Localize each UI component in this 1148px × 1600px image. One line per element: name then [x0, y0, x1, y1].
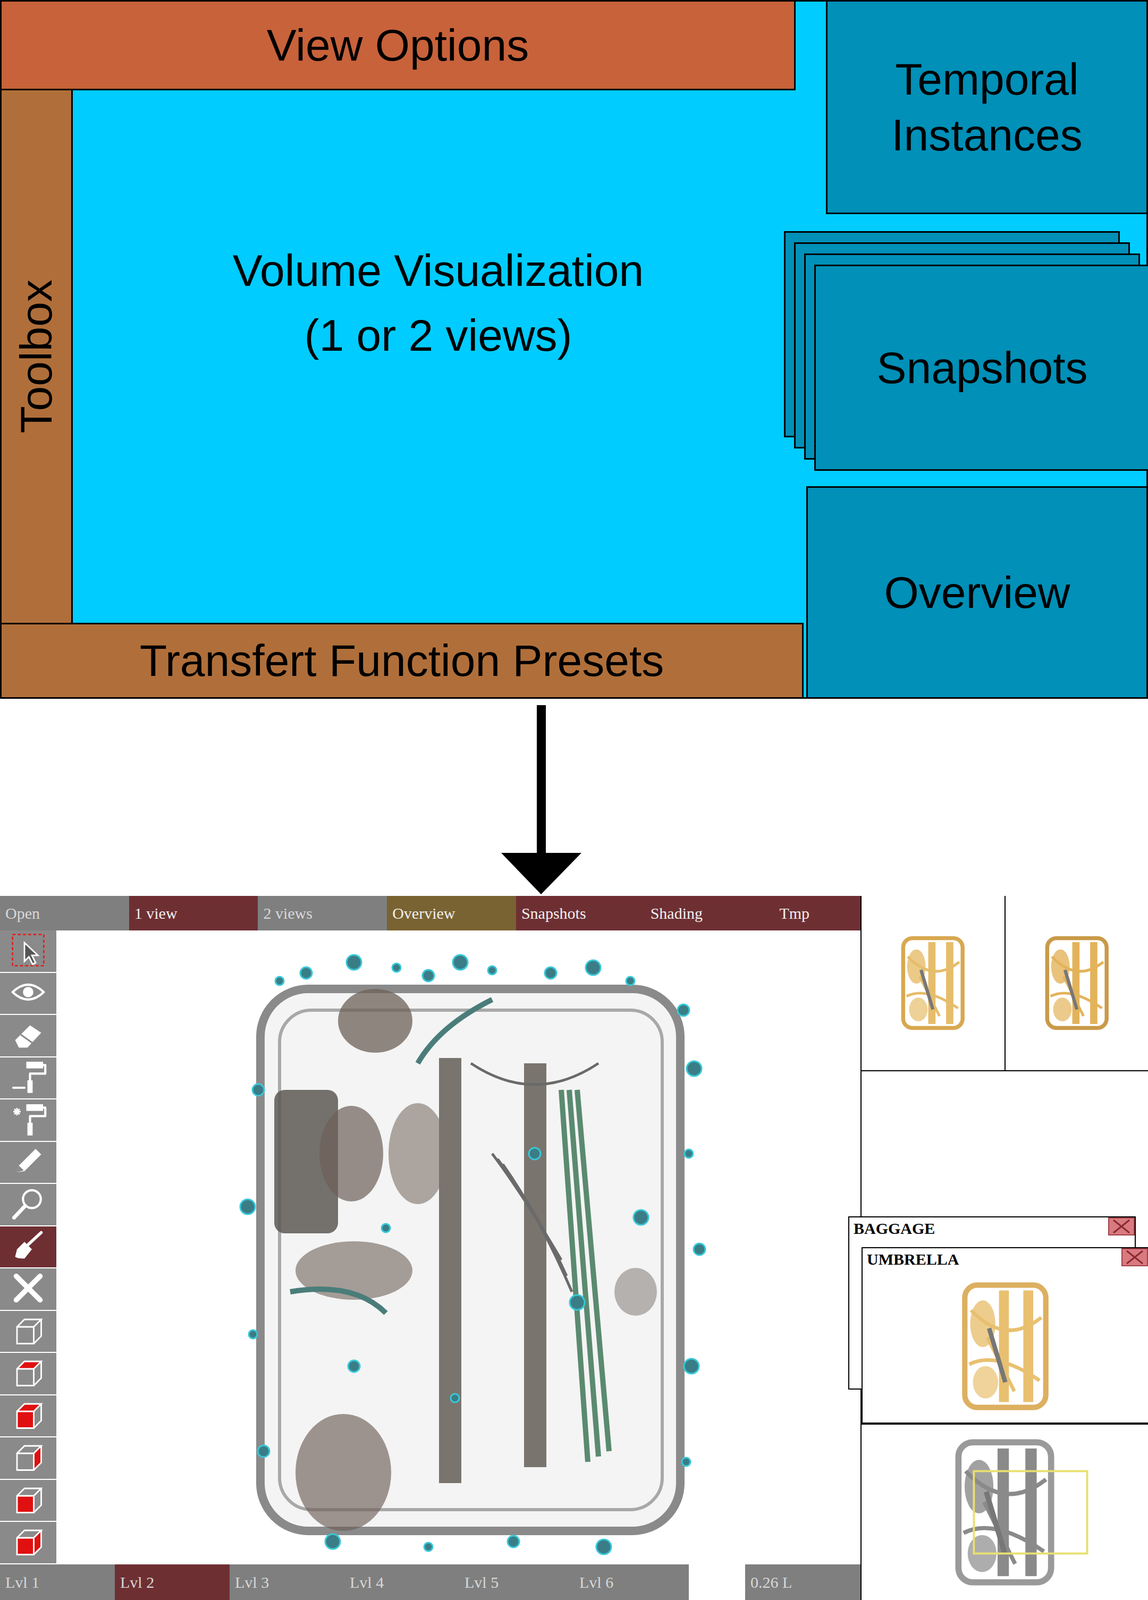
- snapshot-card[interactable]: UMBRELLA: [861, 1247, 1148, 1424]
- level-bar: Lvl 1Lvl 2Lvl 3Lvl 4Lvl 5Lvl 6 0.26 L: [0, 1564, 861, 1600]
- cube-side-icon: [9, 1523, 47, 1563]
- tool-button[interactable]: [0, 973, 57, 1015]
- select-icon: [9, 931, 47, 972]
- down-arrow-icon: [0, 698, 1148, 897]
- menu-button-fill: Snapshots: [516, 896, 646, 931]
- tool-button[interactable]: [0, 1268, 57, 1311]
- temporal-instance-thumbnail[interactable]: [861, 896, 1006, 1071]
- snapshots-region: Snapshots: [814, 264, 1148, 471]
- menu-label: 1 view: [134, 904, 178, 923]
- magnifier-icon: [9, 1185, 47, 1225]
- layout-diagram: View OptionsToolboxVolume Visualization(…: [0, 0, 1148, 699]
- volume-render-view[interactable]: [56, 930, 861, 1565]
- snapshot-title: BAGGAGE: [853, 1219, 935, 1238]
- menu-button-fill: 2 views: [257, 896, 387, 931]
- cube-full-icon: [9, 1396, 47, 1437]
- tool-button[interactable]: [0, 930, 57, 973]
- menu-button-fill: 1 view: [129, 896, 259, 931]
- cube-front-face-icon: [9, 1481, 47, 1521]
- menu-button-fill: Tmp: [773, 896, 861, 931]
- application-screenshot: Open 1 view 2 views Overview Snapshots Shadin…: [0, 896, 1148, 1600]
- menu-bar: Open 1 view 2 views Overview Snapshots Shadin…: [0, 896, 861, 931]
- tool-button[interactable]: [0, 1184, 57, 1226]
- menu-button-fill: Overview: [386, 896, 517, 931]
- transfer-function-region: Transfert Function Presets: [1, 622, 804, 698]
- menu-label: Open: [5, 904, 40, 923]
- menu-button[interactable]: Snapshots: [516, 896, 646, 931]
- eraser-icon: [9, 1016, 47, 1056]
- level-button[interactable]: Lvl 5: [459, 1564, 574, 1600]
- close-icon[interactable]: [1108, 1217, 1135, 1240]
- menu-label: Overview: [392, 904, 455, 923]
- cube-front-icon: [9, 1312, 47, 1352]
- toolbox-label: Toolbox: [11, 279, 61, 434]
- snapshots-panel: BAGGAGEUMBRELLA: [861, 1216, 1148, 1424]
- level-button[interactable]: Lvl 2: [114, 1564, 230, 1600]
- cube-right-icon: [9, 1438, 47, 1479]
- tool-button[interactable]: [0, 1395, 57, 1438]
- menu-label: Snapshots: [521, 904, 587, 923]
- overview-panel[interactable]: [861, 1423, 1148, 1600]
- tool-button[interactable]: [0, 1311, 57, 1353]
- temporal-instances-panel: [861, 896, 1148, 1072]
- menu-button-fill: Open: [0, 896, 130, 931]
- volume-readout: 0.26 L: [745, 1564, 861, 1600]
- snapshot-image: [862, 1270, 1148, 1423]
- delete-icon: [9, 1269, 47, 1310]
- tool-button[interactable]: [0, 1480, 57, 1522]
- tool-button[interactable]: [0, 1226, 57, 1269]
- level-button[interactable]: Lvl 4: [344, 1564, 460, 1600]
- tool-button[interactable]: [0, 1353, 57, 1395]
- level-button[interactable]: Lvl 6: [574, 1564, 689, 1600]
- tool-palette: [0, 930, 57, 1565]
- menu-button[interactable]: 1 view: [129, 896, 259, 931]
- close-icon[interactable]: [1121, 1248, 1148, 1271]
- level-button[interactable]: Lvl 1: [0, 1564, 115, 1600]
- tool-button[interactable]: [0, 1015, 57, 1057]
- tool-button[interactable]: [0, 1522, 57, 1564]
- paint-roller-icon: [9, 1058, 47, 1098]
- menu-label: Shading: [650, 904, 703, 923]
- menu-button[interactable]: Overview: [386, 896, 517, 931]
- overview-region: Overview: [806, 486, 1147, 698]
- toolbox-region: Toolbox: [1, 90, 73, 623]
- snapshots-stack: Snapshots: [803, 224, 1147, 480]
- snapshot-title: UMBRELLA: [866, 1250, 959, 1269]
- menu-button[interactable]: Open: [0, 896, 130, 931]
- tool-button[interactable]: [0, 1057, 57, 1100]
- menu-button[interactable]: 2 views: [257, 896, 387, 931]
- tool-button[interactable]: [0, 1099, 57, 1142]
- roller-star-icon: [9, 1100, 47, 1141]
- menu-button[interactable]: Tmp: [773, 896, 861, 931]
- menu-button[interactable]: Shading: [645, 896, 775, 931]
- temporal-instance-thumbnail[interactable]: [1005, 896, 1148, 1071]
- shovel-icon: [9, 1227, 47, 1267]
- menu-label: 2 views: [263, 904, 313, 923]
- volume-visualization-title: Volume Visualization: [232, 238, 645, 304]
- pencil-icon: [9, 1142, 47, 1183]
- volume-visualization-subtitle: (1 or 2 views): [304, 303, 572, 369]
- menu-label: Tmp: [779, 904, 810, 923]
- cube-top-icon: [9, 1354, 47, 1394]
- tool-button[interactable]: [0, 1437, 57, 1480]
- eye-icon: [9, 973, 47, 1014]
- volume-visualization-region: Volume Visualization(1 or 2 views): [72, 90, 804, 623]
- view-options-region: View Options: [1, 1, 796, 91]
- tool-button[interactable]: [0, 1142, 57, 1184]
- temporal-instances-region: Temporal Instances: [825, 1, 1147, 215]
- level-button[interactable]: Lvl 3: [229, 1564, 345, 1600]
- menu-button-fill: Shading: [645, 896, 775, 931]
